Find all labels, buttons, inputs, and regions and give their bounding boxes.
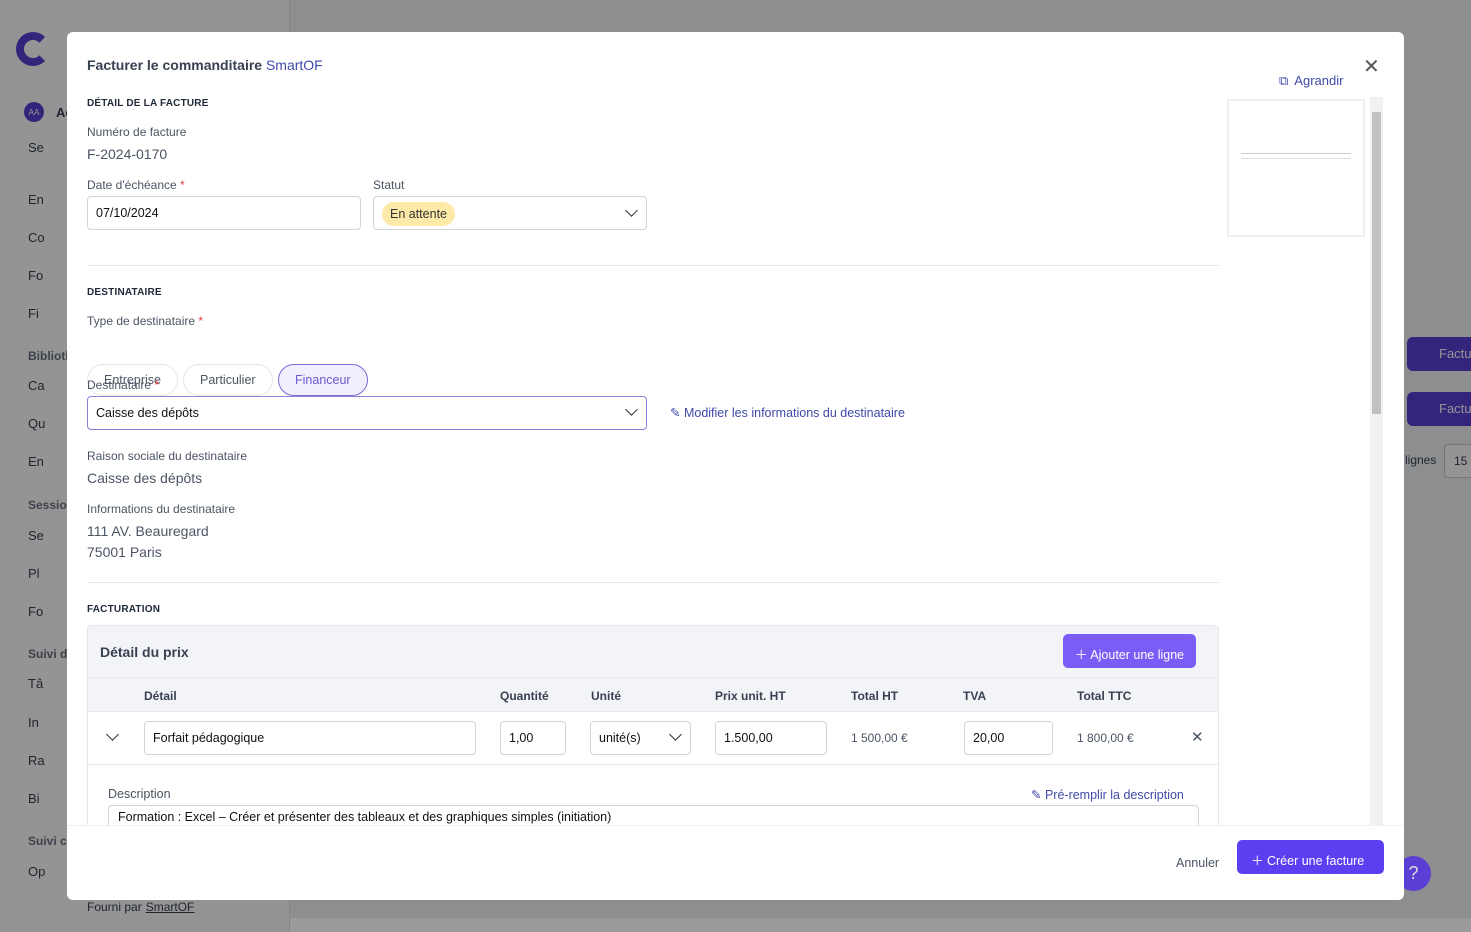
- unit-select[interactable]: unité(s): [590, 721, 691, 755]
- type-financeur[interactable]: Financeur: [278, 364, 368, 396]
- table-header: Détail Quantité Unité Prix unit. HT Tota…: [88, 677, 1218, 712]
- expand-icon: ⧉: [1279, 73, 1289, 88]
- raison-sociale: Caisse des dépôts: [87, 470, 203, 486]
- invoice-modal: Facturer le commanditaire SmartOF ✕ ⧉ Agr…: [67, 32, 1404, 900]
- label: Type de destinataire *: [87, 314, 204, 328]
- due-date-input[interactable]: 07/10/2024: [87, 196, 361, 230]
- section-title: FACTURATION: [87, 604, 161, 615]
- box-title: Détail du prix: [100, 644, 189, 660]
- address-line: 75001 Paris: [87, 544, 162, 560]
- description-label: Description: [108, 787, 171, 801]
- invoice-number: F-2024-0170: [87, 146, 168, 162]
- price-input[interactable]: 1.500,00: [715, 721, 827, 755]
- address-line: 111 AV. Beauregard: [87, 523, 209, 539]
- total-ht: 1 500,00 €: [851, 731, 908, 745]
- horizontal-scrollbar[interactable]: [290, 918, 1471, 932]
- expand-button[interactable]: ⧉ Agrandir: [1279, 73, 1343, 89]
- chevron-down-icon: [625, 403, 638, 416]
- detail-input[interactable]: Forfait pédagogique: [144, 721, 476, 755]
- status-badge: En attente: [382, 202, 455, 226]
- section-title: DÉTAIL DE LA FACTURE: [87, 98, 209, 109]
- prefill-description-link[interactable]: ✎ Pré-remplir la description: [1031, 787, 1184, 802]
- create-invoice-button[interactable]: ＋ Créer une facture: [1237, 840, 1384, 874]
- close-icon[interactable]: ✕: [1363, 54, 1380, 79]
- label: Statut: [373, 178, 405, 192]
- label: Informations du destinataire: [87, 502, 236, 516]
- invoice-preview[interactable]: [1227, 99, 1365, 237]
- section-title: DESTINATAIRE: [87, 287, 162, 298]
- modal-footer: Annuler ＋ Créer une facture: [67, 825, 1404, 900]
- expand-row-icon[interactable]: [106, 728, 119, 741]
- label: Raison sociale du destinataire: [87, 449, 248, 463]
- total-ttc: 1 800,00 €: [1077, 731, 1134, 745]
- table-row: Forfait pédagogique 1,00 unité(s) 1.500,…: [88, 712, 1218, 825]
- cancel-button[interactable]: Annuler: [1176, 856, 1219, 870]
- modal-body: DÉTAIL DE LA FACTURE Numéro de facture F…: [87, 92, 1219, 825]
- description-textarea[interactable]: Formation : Excel – Créer et présenter d…: [108, 805, 1199, 825]
- tva-input[interactable]: 20,00: [964, 721, 1053, 755]
- recipient-select[interactable]: Caisse des dépôts: [87, 396, 647, 430]
- chevron-down-icon: [669, 728, 682, 741]
- status-select[interactable]: En attente: [373, 196, 647, 230]
- type-particulier[interactable]: Particulier: [183, 364, 273, 396]
- edit-recipient-link[interactable]: ✎ Modifier les informations du destinata…: [670, 405, 905, 420]
- modal-title: Facturer le commanditaire SmartOF: [87, 57, 323, 73]
- scrollbar[interactable]: [1370, 97, 1383, 825]
- label: Destinataire *: [87, 378, 160, 392]
- remove-line-icon[interactable]: ✕: [1191, 728, 1204, 746]
- chevron-down-icon: [625, 204, 638, 217]
- add-line-button[interactable]: ＋ Ajouter une ligne: [1063, 634, 1197, 668]
- label: Date d'échéance *: [87, 178, 185, 192]
- label: Numéro de facture: [87, 125, 187, 139]
- quantity-input[interactable]: 1,00: [500, 721, 566, 755]
